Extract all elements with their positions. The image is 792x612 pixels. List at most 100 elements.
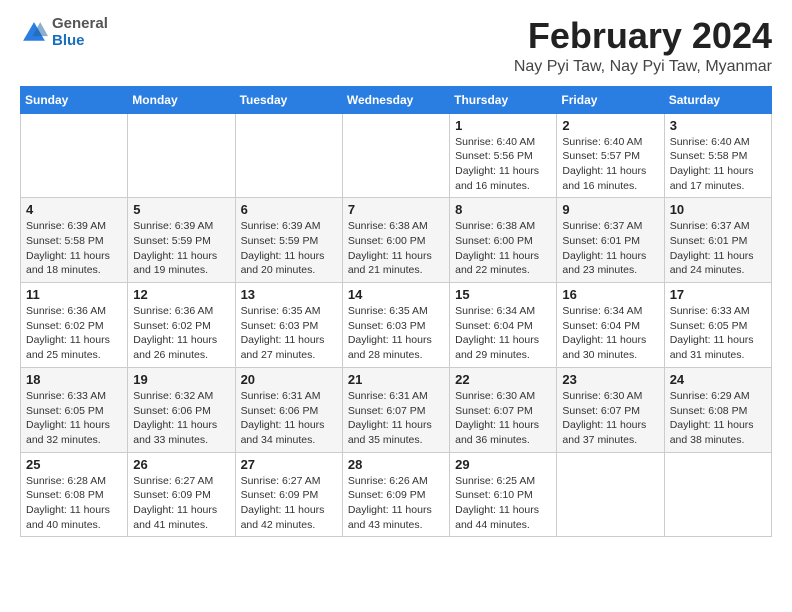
cell-info: Sunrise: 6:29 AMSunset: 6:08 PMDaylight:… xyxy=(670,389,766,448)
calendar-cell: 29 Sunrise: 6:25 AMSunset: 6:10 PMDayligh… xyxy=(450,452,557,537)
calendar-cell: 3 Sunrise: 6:40 AMSunset: 5:58 PMDaylight… xyxy=(664,113,771,198)
week-row-2: 11 Sunrise: 6:36 AMSunset: 6:02 PMDayligh… xyxy=(21,283,772,368)
month-title: February 2024 xyxy=(514,16,772,56)
logo-icon xyxy=(20,19,48,47)
calendar-cell: 4 Sunrise: 6:39 AMSunset: 5:58 PMDaylight… xyxy=(21,198,128,283)
calendar-cell xyxy=(21,113,128,198)
col-header-monday: Monday xyxy=(128,86,235,113)
calendar-cell: 16Sunrise: 6:34 AMSunset: 6:04 PMDayligh… xyxy=(557,283,664,368)
cell-info: Sunrise: 6:40 AMSunset: 5:56 PMDaylight:… xyxy=(455,135,551,194)
cell-info: Sunrise: 6:37 AMSunset: 6:01 PMDaylight:… xyxy=(562,219,658,278)
calendar-cell: 20Sunrise: 6:31 AMSunset: 6:06 PMDayligh… xyxy=(235,367,342,452)
col-header-sunday: Sunday xyxy=(21,86,128,113)
cell-day-number: 28 xyxy=(348,457,444,472)
calendar-body: 1 Sunrise: 6:40 AMSunset: 5:56 PMDaylight… xyxy=(21,113,772,537)
calendar-cell xyxy=(664,452,771,537)
calendar-cell xyxy=(557,452,664,537)
calendar-cell: 21Sunrise: 6:31 AMSunset: 6:07 PMDayligh… xyxy=(342,367,449,452)
cell-info: Sunrise: 6:38 AMSunset: 6:00 PMDaylight:… xyxy=(455,219,551,278)
calendar-cell: 5 Sunrise: 6:39 AMSunset: 5:59 PMDaylight… xyxy=(128,198,235,283)
cell-info: Sunrise: 6:34 AMSunset: 6:04 PMDaylight:… xyxy=(455,304,551,363)
calendar-cell: 27 Sunrise: 6:27 AMSunset: 6:09 PMDayligh… xyxy=(235,452,342,537)
cell-info: Sunrise: 6:33 AMSunset: 6:05 PMDaylight:… xyxy=(670,304,766,363)
calendar-cell: 11 Sunrise: 6:36 AMSunset: 6:02 PMDayligh… xyxy=(21,283,128,368)
cell-day-number: 2 xyxy=(562,118,658,133)
cell-info: Sunrise: 6:35 AMSunset: 6:03 PMDaylight:… xyxy=(348,304,444,363)
cell-day-number: 1 xyxy=(455,118,551,133)
cell-info: Sunrise: 6:36 AMSunset: 6:02 PMDaylight:… xyxy=(26,304,122,363)
calendar-cell: 12 Sunrise: 6:36 AMSunset: 6:02 PMDayligh… xyxy=(128,283,235,368)
col-header-wednesday: Wednesday xyxy=(342,86,449,113)
cell-day-number: 3 xyxy=(670,118,766,133)
cell-info: Sunrise: 6:34 AMSunset: 6:04 PMDaylight:… xyxy=(562,304,658,363)
cell-info: Sunrise: 6:39 AMSunset: 5:59 PMDaylight:… xyxy=(241,219,337,278)
cell-info: Sunrise: 6:32 AMSunset: 6:06 PMDaylight:… xyxy=(133,389,229,448)
cell-day-number: 10 xyxy=(670,202,766,217)
col-header-friday: Friday xyxy=(557,86,664,113)
calendar-cell xyxy=(342,113,449,198)
calendar-cell: 28 Sunrise: 6:26 AMSunset: 6:09 PMDayligh… xyxy=(342,452,449,537)
cell-info: Sunrise: 6:39 AMSunset: 5:59 PMDaylight:… xyxy=(133,219,229,278)
cell-info: Sunrise: 6:36 AMSunset: 6:02 PMDaylight:… xyxy=(133,304,229,363)
location-title: Nay Pyi Taw, Nay Pyi Taw, Myanmar xyxy=(514,58,772,76)
calendar-cell: 8 Sunrise: 6:38 AMSunset: 6:00 PMDaylight… xyxy=(450,198,557,283)
cell-info: Sunrise: 6:38 AMSunset: 6:00 PMDaylight:… xyxy=(348,219,444,278)
calendar-cell: 19 Sunrise: 6:32 AMSunset: 6:06 PMDayligh… xyxy=(128,367,235,452)
logo: General Blue xyxy=(20,16,108,49)
cell-day-number: 19 xyxy=(133,372,229,387)
week-row-1: 4 Sunrise: 6:39 AMSunset: 5:58 PMDaylight… xyxy=(21,198,772,283)
calendar-cell xyxy=(128,113,235,198)
cell-info: Sunrise: 6:35 AMSunset: 6:03 PMDaylight:… xyxy=(241,304,337,363)
cell-info: Sunrise: 6:33 AMSunset: 6:05 PMDaylight:… xyxy=(26,389,122,448)
cell-day-number: 15 xyxy=(455,287,551,302)
cell-info: Sunrise: 6:30 AMSunset: 6:07 PMDaylight:… xyxy=(455,389,551,448)
cell-day-number: 9 xyxy=(562,202,658,217)
cell-day-number: 27 xyxy=(241,457,337,472)
cell-info: Sunrise: 6:25 AMSunset: 6:10 PMDaylight:… xyxy=(455,474,551,533)
cell-day-number: 21 xyxy=(348,372,444,387)
calendar-table: SundayMondayTuesdayWednesdayThursdayFrid… xyxy=(20,86,772,538)
cell-info: Sunrise: 6:40 AMSunset: 5:58 PMDaylight:… xyxy=(670,135,766,194)
cell-day-number: 5 xyxy=(133,202,229,217)
col-header-saturday: Saturday xyxy=(664,86,771,113)
cell-day-number: 7 xyxy=(348,202,444,217)
week-row-3: 18Sunrise: 6:33 AMSunset: 6:05 PMDayligh… xyxy=(21,367,772,452)
cell-day-number: 20 xyxy=(241,372,337,387)
logo-blue-text: Blue xyxy=(52,33,108,50)
cell-info: Sunrise: 6:26 AMSunset: 6:09 PMDaylight:… xyxy=(348,474,444,533)
calendar-cell: 13Sunrise: 6:35 AMSunset: 6:03 PMDayligh… xyxy=(235,283,342,368)
title-block: February 2024 Nay Pyi Taw, Nay Pyi Taw, … xyxy=(514,16,772,76)
calendar-cell: 1 Sunrise: 6:40 AMSunset: 5:56 PMDaylight… xyxy=(450,113,557,198)
cell-day-number: 11 xyxy=(26,287,122,302)
col-header-tuesday: Tuesday xyxy=(235,86,342,113)
page-header: General Blue February 2024 Nay Pyi Taw, … xyxy=(20,16,772,76)
cell-day-number: 17 xyxy=(670,287,766,302)
week-row-4: 25 Sunrise: 6:28 AMSunset: 6:08 PMDayligh… xyxy=(21,452,772,537)
cell-info: Sunrise: 6:39 AMSunset: 5:58 PMDaylight:… xyxy=(26,219,122,278)
cell-day-number: 25 xyxy=(26,457,122,472)
calendar-cell: 10 Sunrise: 6:37 AMSunset: 6:01 PMDayligh… xyxy=(664,198,771,283)
cell-info: Sunrise: 6:27 AMSunset: 6:09 PMDaylight:… xyxy=(241,474,337,533)
cell-day-number: 14 xyxy=(348,287,444,302)
calendar-cell: 17 Sunrise: 6:33 AMSunset: 6:05 PMDayligh… xyxy=(664,283,771,368)
calendar-cell: 7 Sunrise: 6:38 AMSunset: 6:00 PMDaylight… xyxy=(342,198,449,283)
col-header-thursday: Thursday xyxy=(450,86,557,113)
calendar-cell: 2 Sunrise: 6:40 AMSunset: 5:57 PMDaylight… xyxy=(557,113,664,198)
week-row-0: 1 Sunrise: 6:40 AMSunset: 5:56 PMDaylight… xyxy=(21,113,772,198)
cell-day-number: 12 xyxy=(133,287,229,302)
logo-general-text: General xyxy=(52,16,108,33)
calendar-cell: 9 Sunrise: 6:37 AMSunset: 6:01 PMDaylight… xyxy=(557,198,664,283)
calendar-cell: 6Sunrise: 6:39 AMSunset: 5:59 PMDaylight… xyxy=(235,198,342,283)
calendar-cell: 26Sunrise: 6:27 AMSunset: 6:09 PMDayligh… xyxy=(128,452,235,537)
cell-day-number: 8 xyxy=(455,202,551,217)
calendar-header-row: SundayMondayTuesdayWednesdayThursdayFrid… xyxy=(21,86,772,113)
calendar-cell: 22 Sunrise: 6:30 AMSunset: 6:07 PMDayligh… xyxy=(450,367,557,452)
cell-day-number: 29 xyxy=(455,457,551,472)
calendar-cell xyxy=(235,113,342,198)
calendar-cell: 15 Sunrise: 6:34 AMSunset: 6:04 PMDayligh… xyxy=(450,283,557,368)
cell-day-number: 4 xyxy=(26,202,122,217)
cell-info: Sunrise: 6:40 AMSunset: 5:57 PMDaylight:… xyxy=(562,135,658,194)
cell-day-number: 22 xyxy=(455,372,551,387)
cell-info: Sunrise: 6:28 AMSunset: 6:08 PMDaylight:… xyxy=(26,474,122,533)
cell-info: Sunrise: 6:37 AMSunset: 6:01 PMDaylight:… xyxy=(670,219,766,278)
